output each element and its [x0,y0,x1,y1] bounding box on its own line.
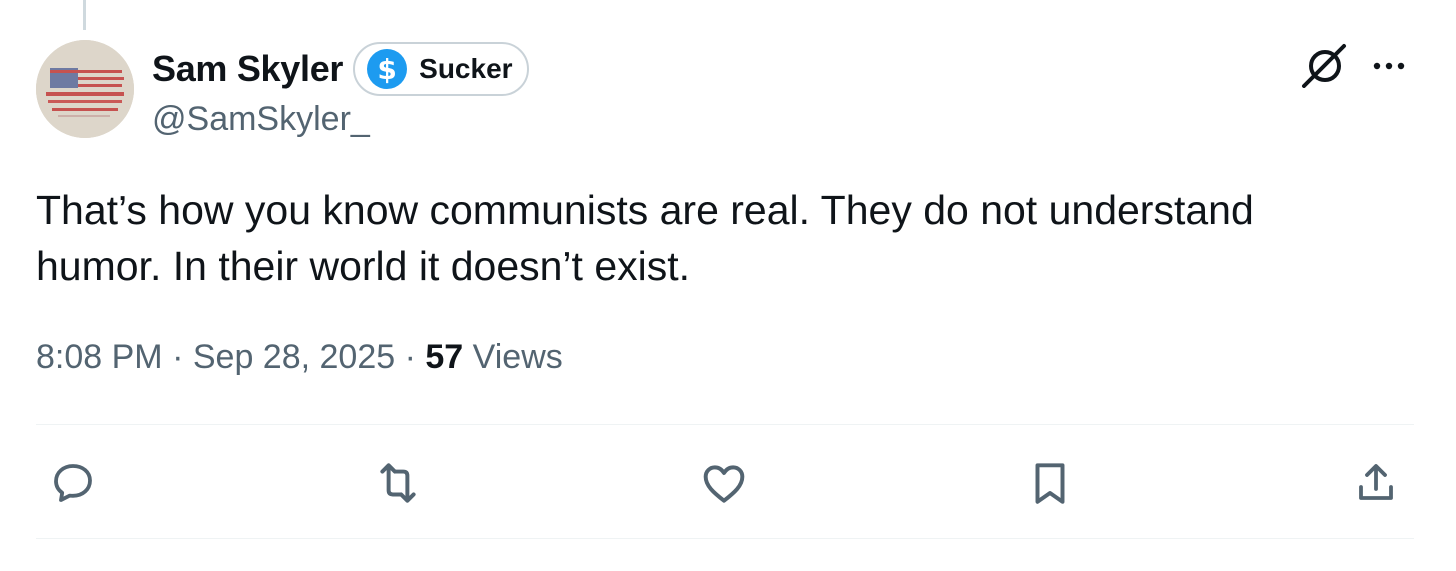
share-icon [1359,464,1393,500]
tweet-text: That’s how you know communists are real.… [36,182,1416,294]
divider-bottom [36,538,1414,539]
grok-icon[interactable] [1300,42,1350,88]
divider-top [36,424,1414,425]
share-button[interactable] [1348,455,1404,511]
flag-avatar-image [36,40,134,138]
badge-label: Sucker [419,53,513,84]
bookmark-button[interactable] [1022,455,1078,511]
views-count: 57 [425,338,464,376]
retweet-icon [380,463,416,503]
meta-separator: · [172,338,184,376]
like-icon [703,465,745,503]
like-button[interactable] [696,455,752,511]
reply-button[interactable] [45,455,101,511]
tweet-text-line-1: That’s how you know communists are real.… [36,187,1254,233]
tweet-metadata: 8:08 PM · Sep 28, 2025 · 57 Views [36,338,563,377]
more-options-icon[interactable] [1368,46,1410,86]
author-row: Sam Skyler $ Sucker [152,40,529,98]
dollar-icon: $ [367,49,408,89]
avatar[interactable] [36,40,134,138]
views-label: Views [472,338,563,376]
thread-connector-line [83,0,86,30]
affiliate-label-badge[interactable]: $ Sucker [353,42,529,96]
bookmark-icon [1035,463,1065,504]
tweet-text-line-2: humor. In their world it doesn’t exist. [36,243,691,289]
display-name[interactable]: Sam Skyler [152,48,343,90]
tweet-time[interactable]: 8:08 PM [36,338,163,376]
meta-separator: · [404,338,416,376]
reply-icon [54,464,92,502]
retweet-button[interactable] [370,455,426,511]
user-handle[interactable]: @SamSkyler_ [152,100,370,139]
tweet-date[interactable]: Sep 28, 2025 [193,338,395,376]
